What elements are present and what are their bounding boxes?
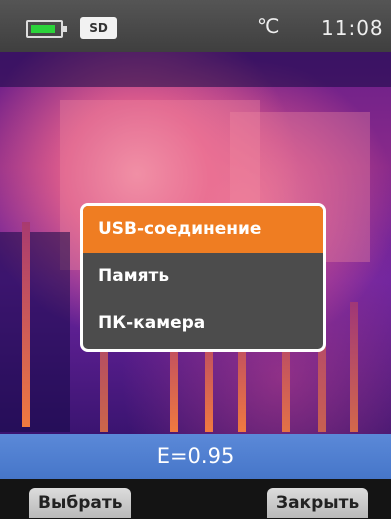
emissivity-bar: E=0.95 [0,434,391,479]
select-button[interactable]: Выбрать [29,488,132,518]
battery-icon [26,20,67,38]
menu-item-memory[interactable]: Память [83,253,323,300]
status-bar: SD ℃ 11:08 [0,0,391,52]
emissivity-value: E=0.95 [156,444,235,468]
temperature-unit: ℃ [257,14,280,38]
clock: 11:08 [321,16,384,40]
usb-mode-menu: USB-соединение Память ПК-камера [80,203,326,352]
battery-level [31,25,55,33]
softkey-bar: Выбрать Закрыть [0,479,391,519]
close-button[interactable]: Закрыть [267,488,369,518]
menu-item-usb-connection[interactable]: USB-соединение [83,206,323,253]
sd-card-icon: SD [80,17,117,39]
menu-item-label: Память [98,266,170,286]
menu-item-pc-camera[interactable]: ПК-камера [83,300,323,347]
menu-item-label: ПК-камера [98,313,206,333]
menu-item-label: USB-соединение [98,219,262,239]
